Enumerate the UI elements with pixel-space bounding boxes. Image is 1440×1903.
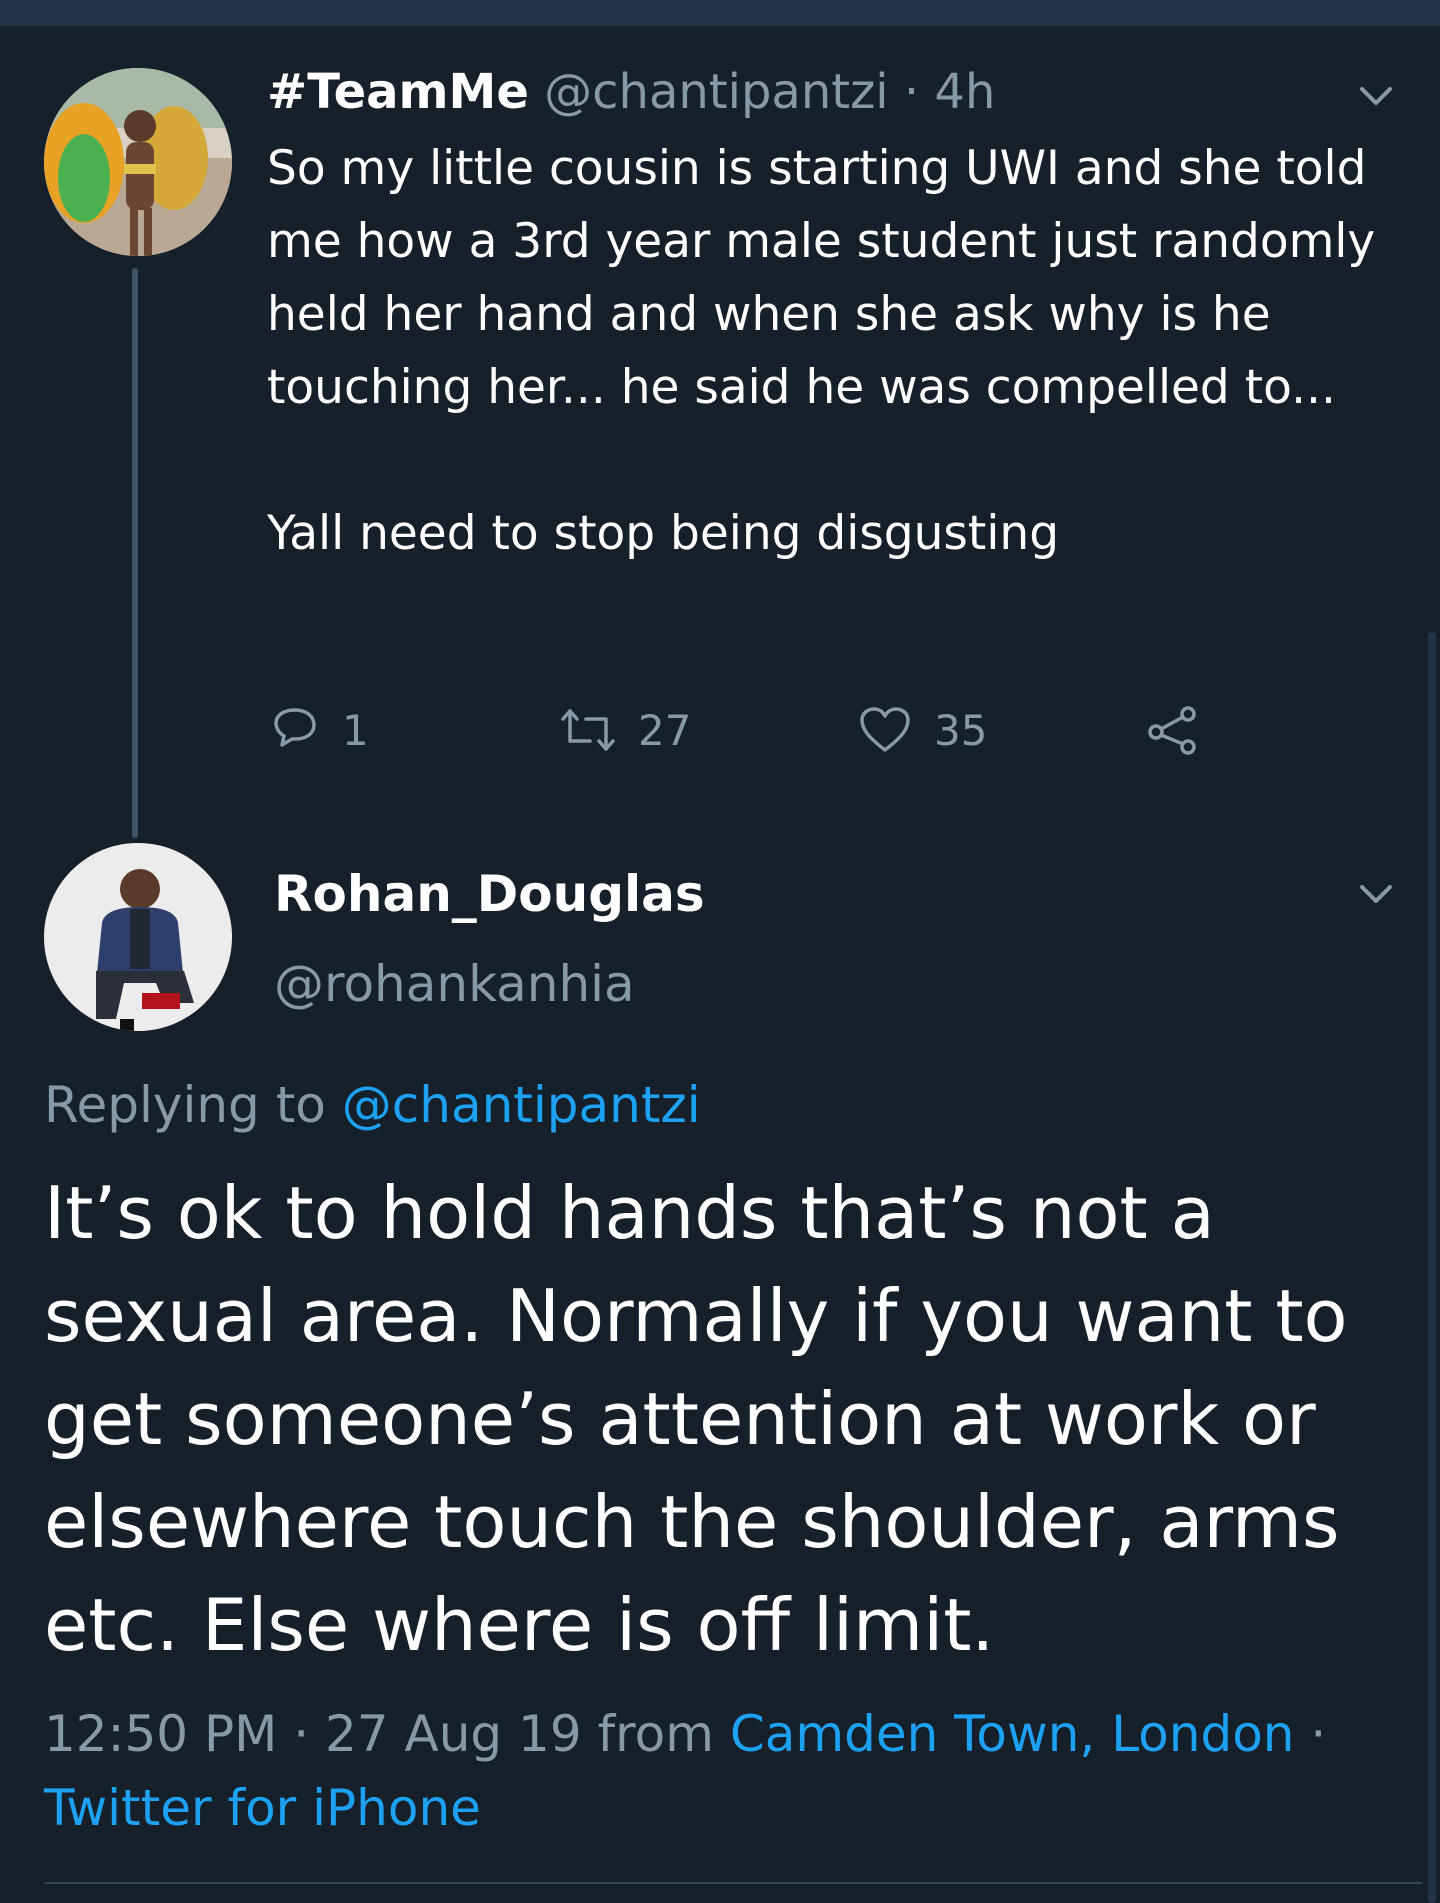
location-link[interactable]: Camden Town, London (730, 1705, 1295, 1763)
reply-icon (274, 708, 316, 747)
meta-separator: · (1310, 1705, 1327, 1763)
thread-connector-line (132, 268, 138, 838)
scrollbar[interactable] (1428, 632, 1436, 1903)
tweet2-handle[interactable]: @rohankanhia (274, 952, 635, 1016)
replying-prefix: Replying to (44, 1076, 326, 1134)
tweet1-avatar[interactable] (44, 68, 232, 256)
tweet2-avatar[interactable] (44, 843, 232, 1031)
heart-icon (860, 707, 910, 752)
divider (44, 1882, 1422, 1884)
top-status-bar (0, 0, 1440, 26)
replying-to-line: Replying to @chantipantzi (44, 1073, 701, 1137)
retweet-count: 27 (638, 705, 692, 755)
share-button[interactable] (1146, 700, 1200, 760)
tweet1-display-name[interactable]: #TeamMe (267, 64, 529, 120)
reply-button[interactable]: 1 (270, 700, 369, 760)
replying-to-link[interactable]: @chantipantzi (342, 1076, 701, 1134)
tweet1-separator: · (903, 64, 920, 120)
tweet2-chevron-down-icon[interactable] (1358, 882, 1394, 906)
tweet1-timestamp[interactable]: 4h (934, 64, 995, 120)
tweet2-meta: 12:50 PM · 27 Aug 19 from Camden Town, L… (44, 1697, 1404, 1845)
tweet2-time: 12:50 PM (44, 1705, 278, 1763)
tweet1-body-paragraph: Yall need to stop being disgusting (267, 506, 1060, 561)
from-word: from (597, 1705, 714, 1763)
tweet1-chevron-down-icon[interactable] (1358, 84, 1394, 108)
share-icon (1148, 706, 1196, 755)
meta-separator: · (293, 1705, 310, 1763)
tweet2-display-name[interactable]: Rohan_Douglas (274, 862, 705, 926)
tweet2-date: 27 Aug 19 (325, 1705, 582, 1763)
like-count: 35 (934, 705, 988, 755)
carnival-photo-icon (44, 68, 232, 256)
tweet1-handle[interactable]: @chantipantzi (544, 64, 888, 120)
man-in-suit-photo-icon (44, 843, 232, 1031)
like-button[interactable]: 35 (858, 700, 987, 760)
retweet-icon (561, 709, 615, 751)
tweet1-header: #TeamMe @chantipantzi · 4h (267, 62, 995, 122)
tweet1-body-paragraph: So my little cousin is starting UWI and … (267, 141, 1376, 415)
source-link[interactable]: Twitter for iPhone (44, 1779, 481, 1837)
retweet-button[interactable]: 27 (560, 700, 691, 760)
reply-count: 1 (342, 705, 369, 755)
tweet2-body: It’s ok to hold hands that’s not a sexua… (44, 1171, 1348, 1667)
tweet1-body: So my little cousin is starting UWI and … (267, 132, 1377, 570)
